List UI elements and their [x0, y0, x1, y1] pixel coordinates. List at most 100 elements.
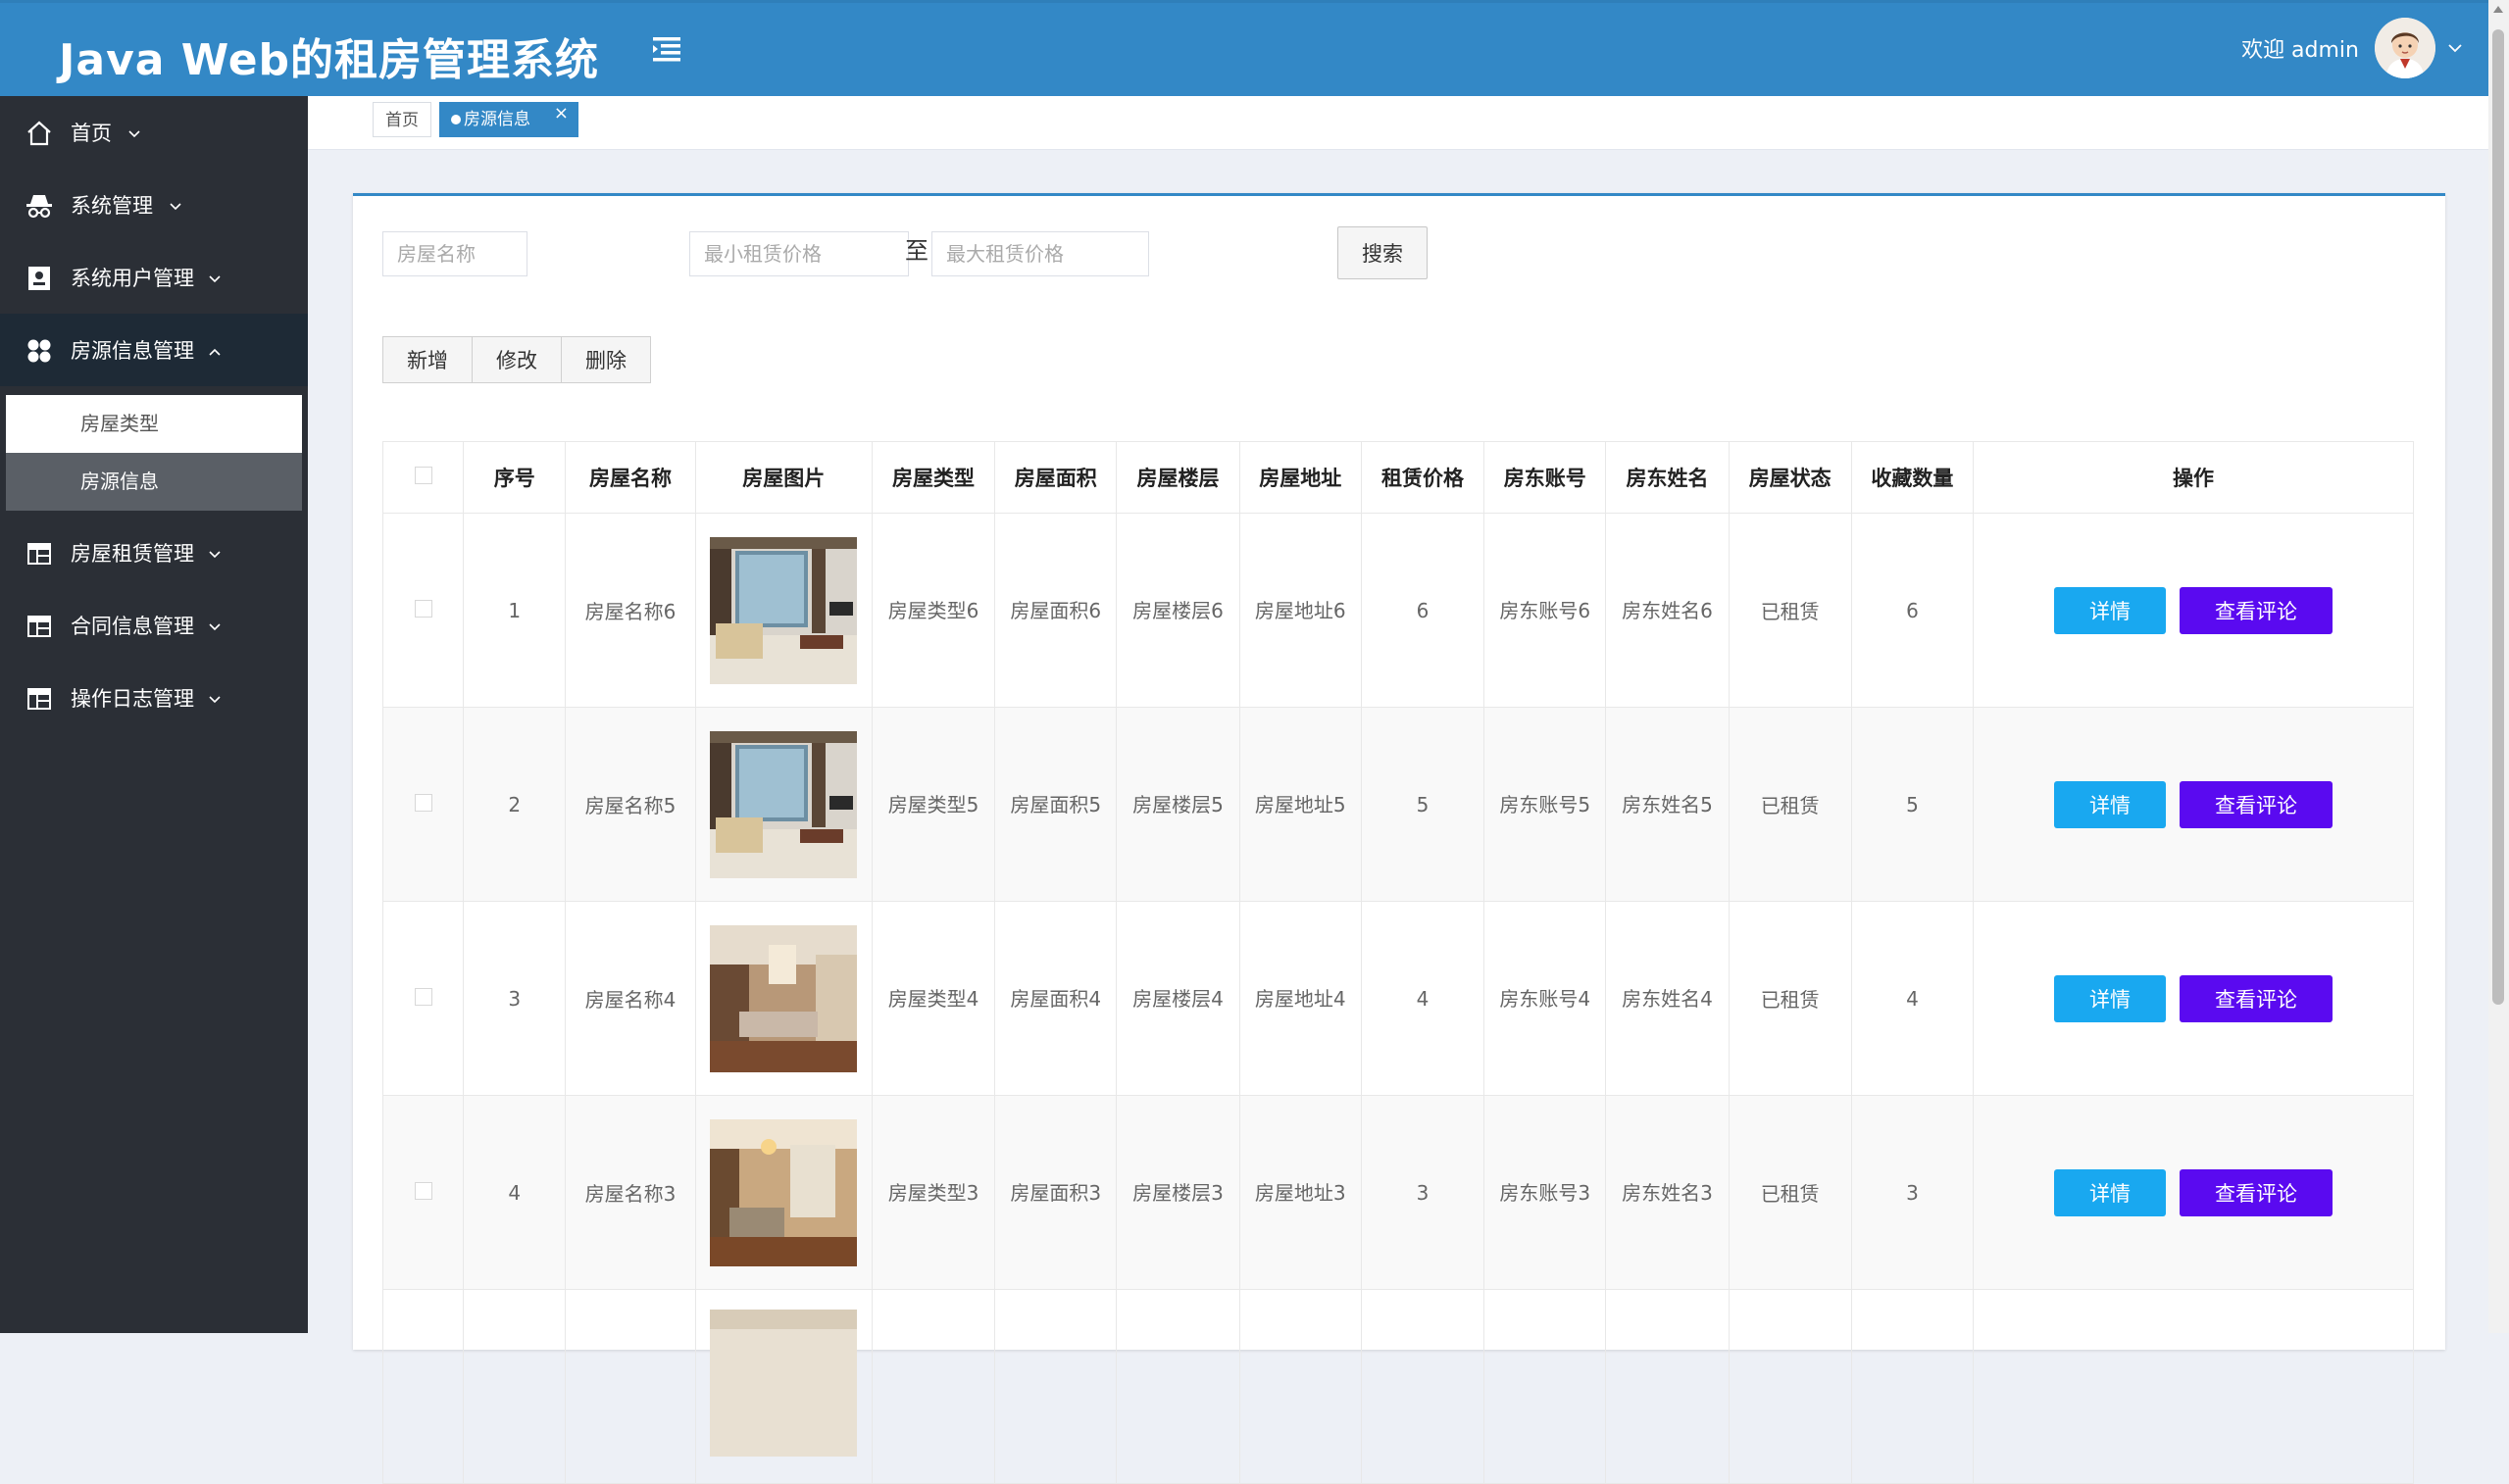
chevron-down-icon [209, 623, 221, 631]
row-select-cell [381, 513, 465, 708]
table-row [381, 1289, 2414, 1484]
column-header: 房东姓名 [1605, 441, 1730, 514]
table-row: 3 房屋名称4 房屋类型4 房屋面积4 房屋楼层4 房屋地址4 4 房东账号4 … [381, 901, 2414, 1096]
cell-address: 房屋地址4 [1238, 901, 1362, 1096]
sidebar-item-label: 合同信息管理 [71, 615, 194, 638]
page-scrollbar[interactable] [2488, 0, 2509, 1333]
sidebar-item-logs[interactable]: 操作日志管理 [0, 662, 308, 734]
active-dot-icon [451, 115, 461, 124]
house-name-input[interactable] [382, 231, 527, 276]
cell-type: 房屋类型3 [871, 1095, 996, 1290]
sidebar-item-label: 系统用户管理 [71, 267, 194, 290]
table-icon [27, 543, 51, 565]
house-image [710, 924, 858, 1072]
detail-button[interactable]: 详情 [2054, 974, 2167, 1022]
menu-fold-icon[interactable] [651, 34, 682, 64]
edit-button[interactable]: 修改 [472, 336, 562, 383]
user-menu[interactable]: 欢迎 admin [2241, 13, 2463, 83]
cell-address: 房屋地址5 [1238, 707, 1362, 902]
tab-home[interactable]: 首页 [373, 102, 431, 137]
contact-card-icon [28, 267, 50, 290]
chevron-down-icon[interactable] [2447, 43, 2463, 53]
sidebar: 首页 系统管理 系统用户管理 房源信息管理 房屋类型 房源信息 房屋租赁管理 合… [0, 96, 308, 1333]
column-header: 房东账号 [1483, 441, 1607, 514]
apps-grid-icon [27, 339, 51, 363]
add-button[interactable]: 新增 [382, 336, 473, 383]
cell-landlord-name: 房东姓名6 [1605, 513, 1730, 708]
sidebar-item-label: 系统管理 [71, 194, 153, 218]
cell-area: 房屋面积6 [994, 513, 1118, 708]
cell-actions: 详情 查看评论 [1973, 707, 2414, 902]
cell-type: 房屋类型5 [871, 707, 996, 902]
search-button[interactable]: 搜索 [1337, 226, 1428, 279]
cell-floor: 房屋楼层4 [1116, 901, 1240, 1096]
sidebar-item-contract[interactable]: 合同信息管理 [0, 589, 308, 662]
cell-floor: 房屋楼层3 [1116, 1095, 1240, 1290]
welcome-text: 欢迎 admin [2241, 38, 2359, 63]
house-table: 序号 房屋名称 房屋图片 房屋类型 房屋面积 房屋楼层 房屋地址 租赁价格 房东… [381, 441, 2414, 1484]
table-icon [27, 688, 51, 710]
row-checkbox[interactable] [414, 793, 432, 812]
tab-label: 房源信息 [464, 110, 530, 129]
row-checkbox[interactable] [414, 1181, 432, 1200]
row-select-cell [381, 901, 465, 1096]
tab-house-info[interactable]: 房源信息 × [439, 102, 578, 137]
min-price-input[interactable] [689, 231, 909, 276]
cell-price: 6 [1360, 513, 1485, 708]
incognito-icon [26, 195, 52, 219]
view-comments-button[interactable]: 查看评论 [2180, 974, 2333, 1022]
house-image [710, 536, 858, 684]
house-image [710, 1310, 858, 1457]
detail-button[interactable]: 详情 [2054, 780, 2167, 828]
sidebar-item-label: 首页 [71, 122, 112, 145]
view-comments-button[interactable]: 查看评论 [2180, 1168, 2333, 1216]
cell-image [694, 513, 873, 708]
cell-favorites: 4 [1850, 901, 1975, 1096]
column-header: 房屋名称 [565, 441, 696, 514]
chevron-up-icon [209, 348, 221, 356]
cell-image [694, 707, 873, 902]
submenu-item-house-info[interactable]: 房源信息 [6, 453, 302, 511]
delete-button[interactable]: 删除 [561, 336, 651, 383]
column-header: 租赁价格 [1360, 441, 1485, 514]
chevron-down-icon [170, 203, 181, 211]
select-all-checkbox[interactable] [414, 467, 432, 484]
action-button-group: 新增 修改 删除 [382, 336, 651, 383]
detail-button[interactable]: 详情 [2054, 1168, 2167, 1216]
row-checkbox[interactable] [414, 599, 432, 618]
submenu-item-house-type[interactable]: 房屋类型 [6, 395, 302, 453]
cell-actions: 详情 查看评论 [1973, 1095, 2414, 1290]
home-icon [27, 121, 51, 146]
user-avatar-icon[interactable] [2375, 18, 2435, 78]
chevron-down-icon [209, 696, 221, 704]
column-header: 收藏数量 [1850, 441, 1975, 514]
scroll-up-arrow-icon[interactable] [2493, 6, 2503, 13]
cell-image [694, 1095, 873, 1290]
cell-landlord-name: 房东姓名3 [1605, 1095, 1730, 1290]
cell-name: 房屋名称5 [565, 707, 696, 902]
cell-name: 房屋名称6 [565, 513, 696, 708]
cell-no: 2 [463, 707, 567, 902]
submenu-house-info: 房屋类型 房源信息 [6, 395, 302, 511]
max-price-input[interactable] [931, 231, 1149, 276]
close-icon[interactable]: × [554, 96, 569, 131]
row-select-cell [381, 707, 465, 902]
view-comments-button[interactable]: 查看评论 [2180, 586, 2333, 634]
sidebar-item-home[interactable]: 首页 [0, 96, 308, 169]
sidebar-item-rental[interactable]: 房屋租赁管理 [0, 517, 308, 589]
sidebar-item-house-info[interactable]: 房源信息管理 [0, 314, 308, 386]
view-comments-button[interactable]: 查看评论 [2180, 780, 2333, 828]
sidebar-item-system[interactable]: 系统管理 [0, 169, 308, 241]
cell-landlord-account: 房东账号6 [1483, 513, 1607, 708]
cell-type: 房屋类型6 [871, 513, 996, 708]
cell-status: 已租赁 [1728, 707, 1852, 902]
cell-favorites: 5 [1850, 707, 1975, 902]
scrollbar-thumb[interactable] [2492, 29, 2504, 1005]
detail-button[interactable]: 详情 [2054, 586, 2167, 634]
house-image [710, 1118, 858, 1266]
house-image [710, 730, 858, 878]
top-header: Java Web的租房管理系统 欢迎 admin [0, 0, 2488, 96]
sidebar-item-label: 房屋租赁管理 [71, 542, 194, 566]
sidebar-item-users[interactable]: 系统用户管理 [0, 241, 308, 314]
row-checkbox[interactable] [414, 987, 432, 1006]
